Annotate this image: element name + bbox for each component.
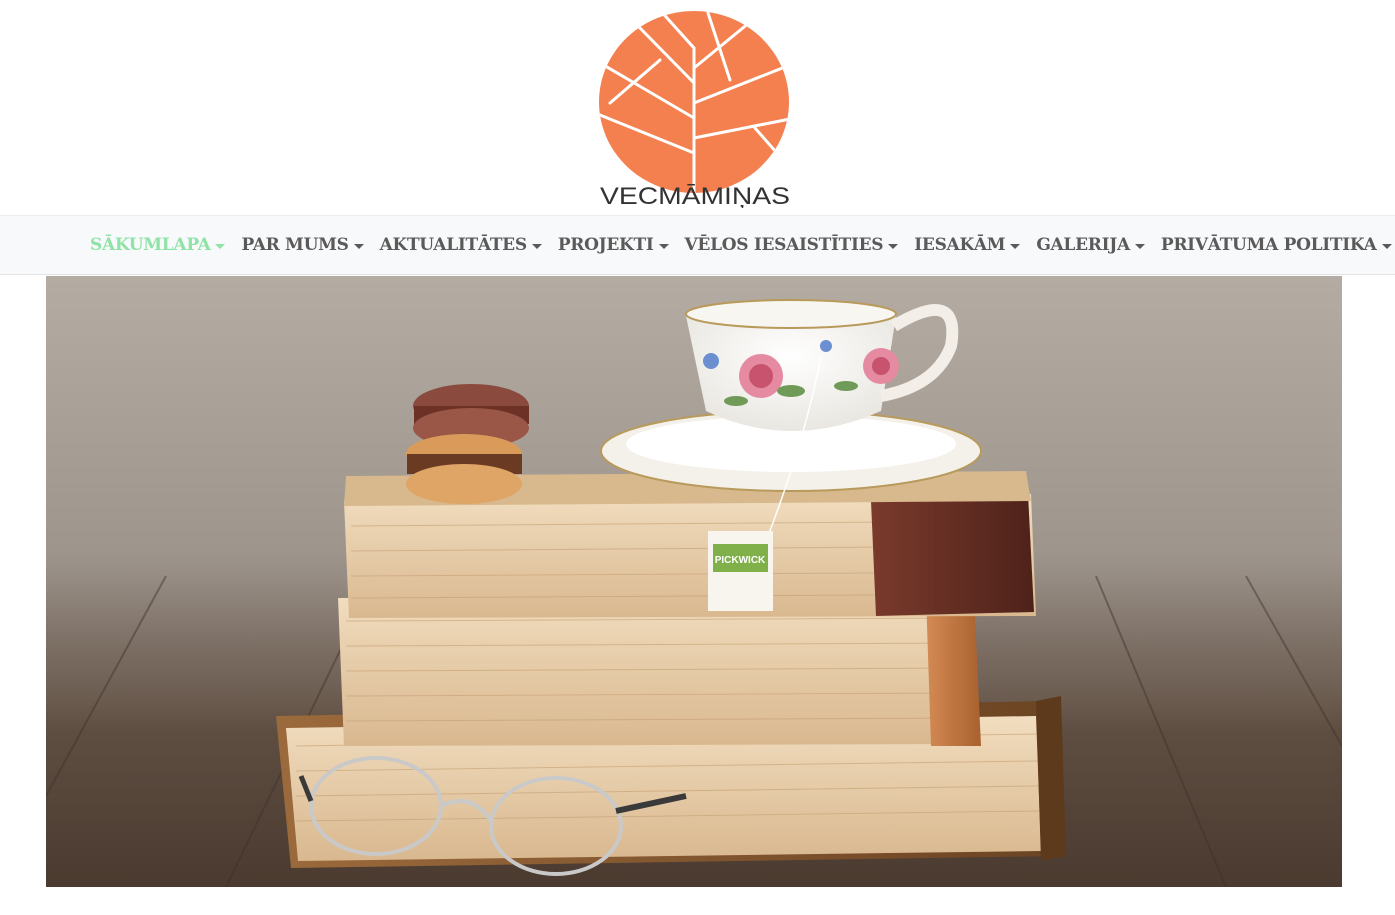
nav-label: GALERIJA xyxy=(1036,235,1130,255)
chevron-down-icon xyxy=(531,243,542,249)
nav-label: PROJEKTI xyxy=(557,235,654,255)
chevron-down-icon xyxy=(658,243,669,249)
nav-item-iesakam[interactable]: IESAKĀM xyxy=(914,235,1021,255)
nav-item-projekti[interactable]: PROJEKTI xyxy=(558,235,669,255)
site-header: VECMĀMIŅAS xyxy=(0,0,1395,215)
nav-label: IESAKĀM xyxy=(914,235,1006,255)
chevron-down-icon xyxy=(353,243,364,249)
nav-item-galerija[interactable]: GALERIJA xyxy=(1036,235,1145,255)
chevron-down-icon xyxy=(215,243,226,249)
nav-label: PRIVĀTUMA POLITIKA xyxy=(1160,235,1377,255)
nav-label: VĒLOS IESAISTĪTIES xyxy=(684,235,884,255)
nav-item-sakumlapa[interactable]: SĀKUMLAPA xyxy=(90,235,226,255)
chevron-down-icon xyxy=(1010,243,1021,249)
tea-tag-text: PICKWICK xyxy=(715,555,766,566)
nav-list: SĀKUMLAPA PAR MUMS AKTUALITĀTES PROJEKTI… xyxy=(90,216,1395,274)
nav-item-velos-iesaistities[interactable]: VĒLOS IESAISTĪTIES xyxy=(685,235,899,255)
nav-item-privatuma-politika[interactable]: PRIVĀTUMA POLITIKA xyxy=(1161,235,1392,255)
nav-label: PAR MUMS xyxy=(241,235,349,255)
chevron-down-icon xyxy=(1134,243,1145,249)
nav-label: SĀKUMLAPA xyxy=(90,235,211,255)
chevron-down-icon xyxy=(888,243,899,249)
nav-item-par-mums[interactable]: PAR MUMS xyxy=(241,235,364,255)
hero-image: PICKWICK xyxy=(46,276,1342,887)
main-navbar: SĀKUMLAPA PAR MUMS AKTUALITĀTES PROJEKTI… xyxy=(0,215,1395,275)
nav-item-aktualitates[interactable]: AKTUALITĀTES xyxy=(380,235,542,255)
nav-label: AKTUALITĀTES xyxy=(379,235,528,255)
site-logo[interactable]: VECMĀMIŅAS xyxy=(590,8,800,208)
brand-name: VECMĀMIŅAS xyxy=(600,183,790,208)
chevron-down-icon xyxy=(1381,243,1392,249)
macarons xyxy=(406,384,529,504)
tree-logo-icon xyxy=(599,11,789,193)
